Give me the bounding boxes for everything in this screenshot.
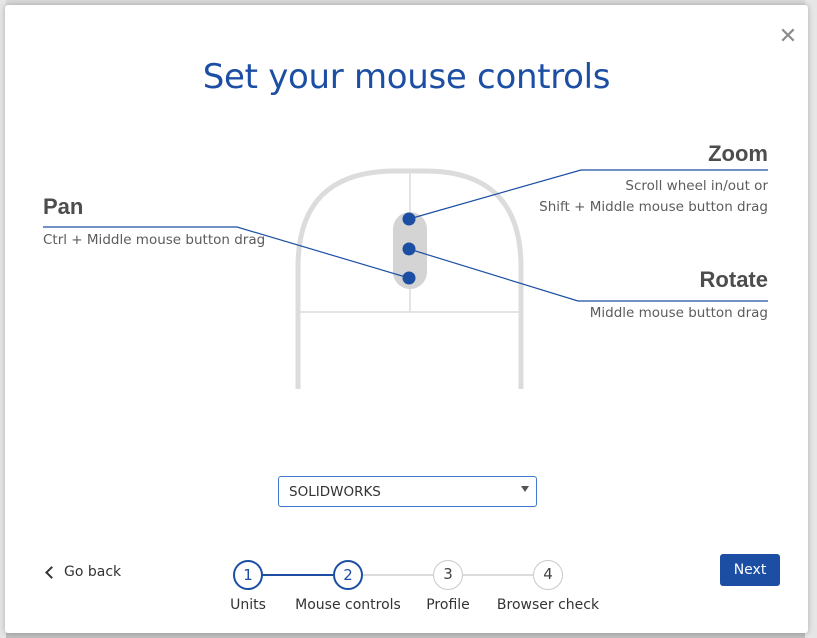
pan-dot	[402, 271, 416, 285]
zoom-title: Zoom	[708, 141, 768, 166]
zoom-dot	[402, 212, 416, 226]
chevron-left-icon	[45, 566, 58, 579]
rotate-title: Rotate	[699, 267, 768, 292]
step-1-circle: 1	[233, 560, 263, 590]
mouse-controls-dialog: ✕ Set your mouse controls Pan Ctrl + Mid…	[5, 5, 808, 633]
zoom-description-line1: Scroll wheel in/out or	[625, 178, 768, 194]
step-4-circle: 4	[533, 560, 563, 590]
zoom-description-line2: Shift + Middle mouse button drag	[539, 199, 768, 215]
step-2-circle: 2	[333, 560, 363, 590]
next-button[interactable]: Next	[720, 554, 780, 586]
pan-title: Pan	[43, 194, 84, 219]
step-4-label: Browser check	[496, 597, 600, 613]
go-back-button[interactable]: Go back	[45, 564, 122, 580]
rotate-dot	[402, 242, 416, 256]
go-back-label: Go back	[64, 564, 122, 580]
mouse-preset-select[interactable]: SOLIDWORKS	[278, 476, 537, 507]
pan-description: Ctrl + Middle mouse button drag	[43, 232, 266, 248]
mouse-preset-value: SOLIDWORKS	[289, 484, 381, 500]
step-3-circle: 3	[433, 560, 463, 590]
rotate-description: Middle mouse button drag	[589, 305, 768, 321]
caret-down-icon	[521, 486, 529, 492]
